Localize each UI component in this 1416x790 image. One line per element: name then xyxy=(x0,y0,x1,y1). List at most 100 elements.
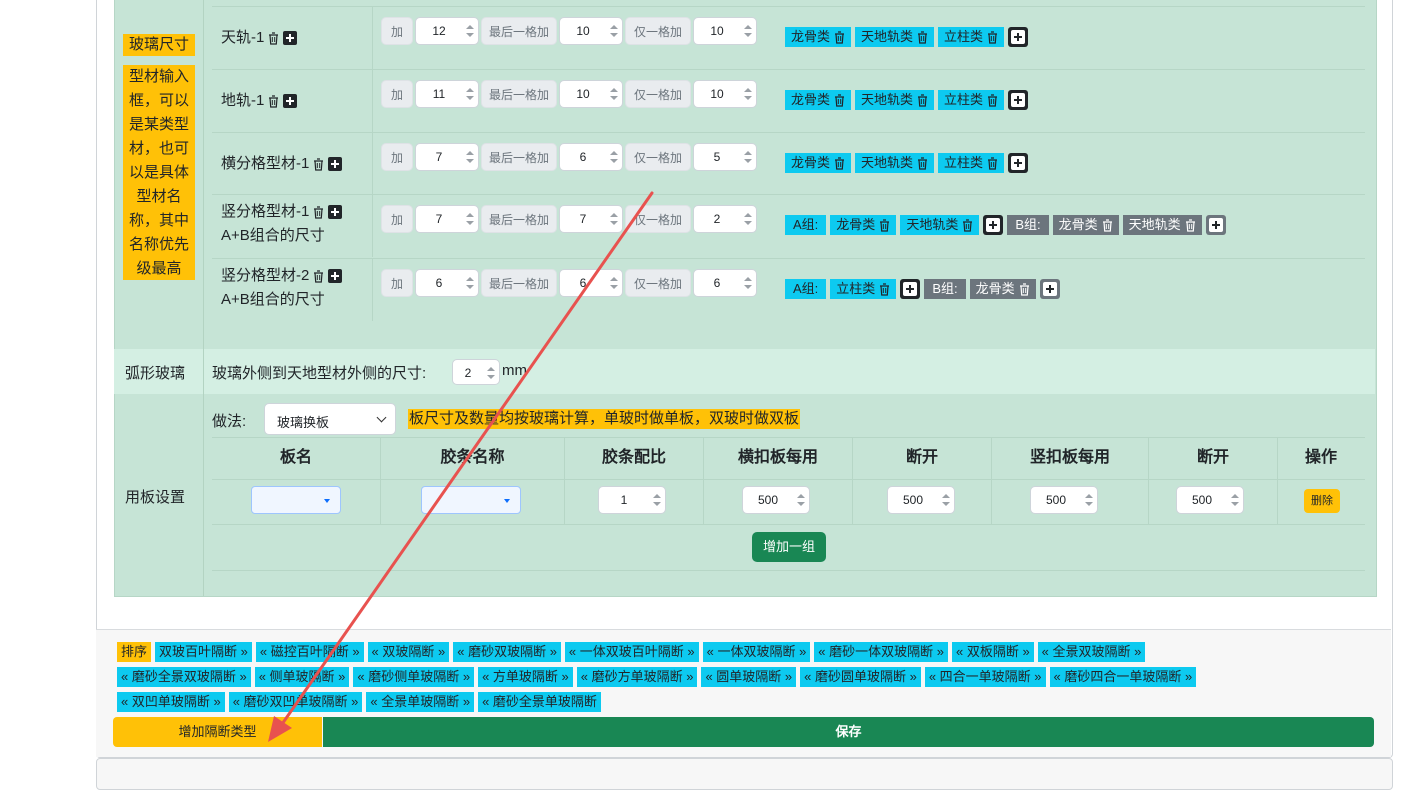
trash-icon[interactable] xyxy=(987,157,998,170)
sort-item[interactable]: « 双凹单玻隔断 » xyxy=(117,692,225,712)
trash-icon[interactable] xyxy=(1102,219,1113,232)
trash-icon[interactable] xyxy=(917,31,928,44)
arc-glass-input[interactable]: 2 xyxy=(452,359,500,385)
trash-icon[interactable] xyxy=(1185,219,1196,232)
sort-item[interactable]: « 一体双玻隔断 » xyxy=(702,642,811,662)
last-cell-input[interactable]: 6 xyxy=(559,143,623,171)
trash-icon[interactable] xyxy=(313,205,324,219)
add-group-a-tag-button[interactable] xyxy=(983,215,1004,235)
sort-item[interactable]: « 磨砂四合一单玻隔断 » xyxy=(1049,667,1197,687)
trash-icon[interactable] xyxy=(917,157,928,170)
spinner-icon[interactable] xyxy=(466,213,474,225)
sort-item[interactable]: « 磨砂侧单玻隔断 » xyxy=(353,667,475,687)
trash-icon[interactable] xyxy=(268,94,279,108)
add-input[interactable]: 11 xyxy=(415,80,479,108)
spinner-icon[interactable] xyxy=(487,367,495,379)
sort-item[interactable]: « 双玻隔断 » xyxy=(367,642,450,662)
spinner-icon[interactable] xyxy=(466,88,474,100)
add-icon[interactable] xyxy=(283,31,298,46)
board-name-select[interactable] xyxy=(251,486,341,514)
trash-icon[interactable] xyxy=(313,157,324,171)
v-use-input[interactable]: 500 xyxy=(1030,486,1098,514)
sort-item[interactable]: 双玻百叶隔断 » xyxy=(155,642,252,662)
method-select[interactable]: 玻璃换板 xyxy=(264,403,396,435)
add-tag-button[interactable] xyxy=(1008,90,1029,110)
add-group-b-tag-button[interactable] xyxy=(1039,279,1060,299)
spinner-icon[interactable] xyxy=(610,25,618,37)
last-cell-input[interactable]: 10 xyxy=(559,17,623,45)
sort-item[interactable]: « 全景双玻隔断 » xyxy=(1037,642,1146,662)
spinner-icon[interactable] xyxy=(653,494,661,506)
spinner-icon[interactable] xyxy=(610,213,618,225)
add-input[interactable]: 12 xyxy=(415,17,479,45)
spinner-icon[interactable] xyxy=(744,25,752,37)
trash-icon[interactable] xyxy=(879,283,890,296)
trash-icon[interactable] xyxy=(879,219,890,232)
only-cell-input[interactable]: 6 xyxy=(693,269,757,297)
add-input[interactable]: 6 xyxy=(415,269,479,297)
add-group-a-tag-button[interactable] xyxy=(900,279,921,299)
trash-icon[interactable] xyxy=(1019,283,1030,296)
sort-item[interactable]: « 侧单玻隔断 » xyxy=(254,667,350,687)
spinner-icon[interactable] xyxy=(1085,494,1093,506)
spinner-icon[interactable] xyxy=(610,277,618,289)
trash-icon[interactable] xyxy=(917,94,928,107)
sort-item[interactable]: « 双板隔断 » xyxy=(951,642,1034,662)
spinner-icon[interactable] xyxy=(466,25,474,37)
add-icon[interactable] xyxy=(328,269,343,284)
spinner-icon[interactable] xyxy=(466,277,474,289)
only-cell-input[interactable]: 10 xyxy=(693,17,757,45)
trash-icon[interactable] xyxy=(987,94,998,107)
spinner-icon[interactable] xyxy=(744,88,752,100)
sort-item[interactable]: « 磨砂圆单玻隔断 » xyxy=(800,667,921,687)
last-cell-input[interactable]: 10 xyxy=(559,80,623,108)
sort-item[interactable]: « 磁控百叶隔断 » xyxy=(255,642,364,662)
only-cell-input[interactable]: 5 xyxy=(693,143,757,171)
add-group-button[interactable]: 增加一组 xyxy=(752,532,826,562)
add-partition-type-button[interactable]: 增加隔断类型 xyxy=(113,717,322,747)
trash-icon[interactable] xyxy=(962,219,973,232)
sort-item[interactable]: « 圆单玻隔断 » xyxy=(701,667,797,687)
trash-icon[interactable] xyxy=(987,31,998,44)
sort-item[interactable]: « 方单玻隔断 » xyxy=(478,667,573,687)
sort-item[interactable]: « 磨砂全景单玻隔断 xyxy=(478,692,601,712)
h-use-input[interactable]: 500 xyxy=(742,486,810,514)
spinner-icon[interactable] xyxy=(466,151,474,163)
add-icon[interactable] xyxy=(328,157,343,172)
spinner-icon[interactable] xyxy=(797,494,805,506)
trash-icon[interactable] xyxy=(834,94,845,107)
sort-item[interactable]: « 一体双玻百叶隔断 » xyxy=(564,642,699,662)
add-icon[interactable] xyxy=(328,205,343,220)
spinner-icon[interactable] xyxy=(1231,494,1239,506)
trash-icon[interactable] xyxy=(834,31,845,44)
add-icon[interactable] xyxy=(283,94,298,109)
trash-icon[interactable] xyxy=(834,157,845,170)
sort-item[interactable]: « 磨砂全景双玻隔断 » xyxy=(117,667,251,687)
sort-item[interactable]: « 四合一单玻隔断 » xyxy=(924,667,1046,687)
sort-item[interactable]: « 全景单玻隔断 » xyxy=(366,692,475,712)
add-tag-button[interactable] xyxy=(1008,153,1029,173)
spinner-icon[interactable] xyxy=(610,88,618,100)
add-group-b-tag-button[interactable] xyxy=(1205,215,1226,235)
sort-item[interactable]: « 磨砂方单玻隔断 » xyxy=(576,667,698,687)
spinner-icon[interactable] xyxy=(744,213,752,225)
last-cell-input[interactable]: 6 xyxy=(559,269,623,297)
strip-ratio-input[interactable]: 1 xyxy=(598,486,666,514)
spinner-icon[interactable] xyxy=(744,151,752,163)
add-input[interactable]: 7 xyxy=(415,205,479,233)
save-button[interactable]: 保存 xyxy=(323,717,1374,747)
add-input[interactable]: 7 xyxy=(415,143,479,171)
last-cell-input[interactable]: 7 xyxy=(559,205,623,233)
spinner-icon[interactable] xyxy=(610,151,618,163)
sort-item[interactable]: « 磨砂双凹单玻隔断 » xyxy=(228,692,363,712)
spinner-icon[interactable] xyxy=(942,494,950,506)
trash-icon[interactable] xyxy=(268,31,279,45)
sort-item[interactable]: « 磨砂双玻隔断 » xyxy=(453,642,561,662)
only-cell-input[interactable]: 10 xyxy=(693,80,757,108)
v-break-input[interactable]: 500 xyxy=(1176,486,1244,514)
add-tag-button[interactable] xyxy=(1008,27,1029,47)
sort-item[interactable]: « 磨砂一体双玻隔断 » xyxy=(814,642,948,662)
strip-name-select[interactable] xyxy=(421,486,521,514)
delete-button[interactable]: 删除 xyxy=(1304,489,1340,513)
trash-icon[interactable] xyxy=(313,269,324,283)
